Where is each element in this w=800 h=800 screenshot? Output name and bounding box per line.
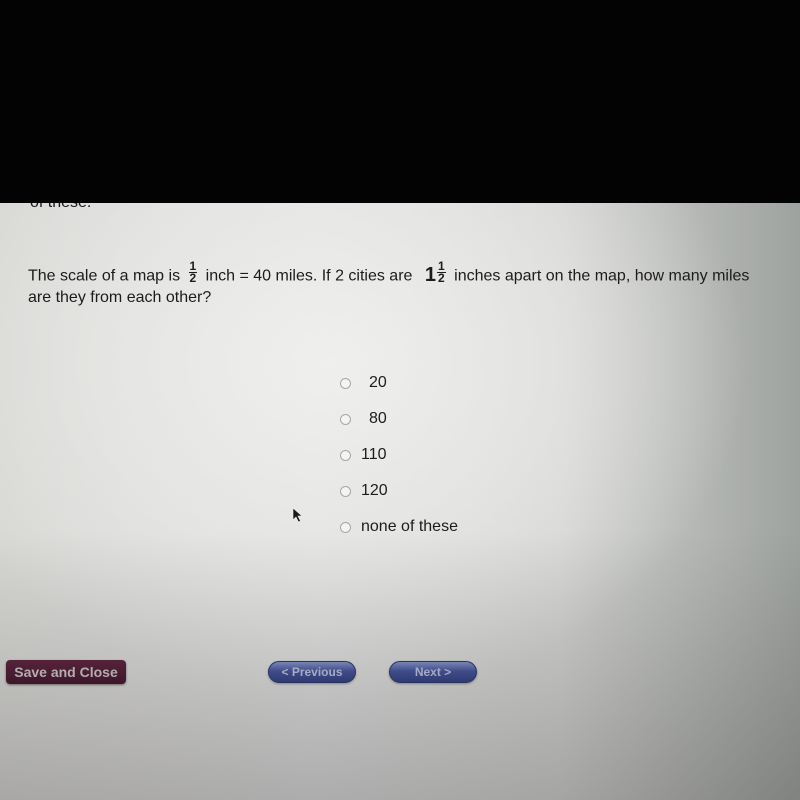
previous-button[interactable]: < Previous — [268, 661, 356, 683]
answer-option[interactable]: none of these — [338, 509, 458, 545]
answer-options: 20 80 110 120 none of these — [338, 365, 458, 545]
answer-option[interactable]: 20 — [338, 365, 458, 401]
option-label: 20 — [369, 374, 387, 391]
radio-button[interactable] — [340, 449, 351, 461]
question-text: The scale of a map is 1 2 inch = 40 mile… — [28, 260, 768, 307]
answer-option[interactable]: 120 — [338, 473, 458, 509]
partial-previous-text: of these. — [30, 203, 91, 212]
question-part-2: inch = 40 miles. If 2 cities are — [205, 267, 413, 285]
mouse-pointer-icon — [292, 507, 303, 523]
radio-button[interactable] — [340, 413, 351, 425]
fraction-one-half: 1 2 — [188, 260, 198, 285]
save-and-close-button[interactable]: Save and Close — [6, 660, 126, 684]
radio-button[interactable] — [340, 521, 351, 533]
radio-button[interactable] — [340, 485, 351, 497]
option-label: 110 — [361, 446, 387, 463]
option-label: 80 — [369, 410, 387, 427]
dark-bezel-area — [0, 0, 800, 203]
answer-option[interactable]: 80 — [338, 401, 458, 437]
mixed-number-whole: 1 — [424, 263, 437, 286]
answer-option[interactable]: 110 — [338, 437, 458, 473]
option-label: 120 — [361, 482, 388, 499]
fraction-denominator: 2 — [438, 271, 445, 285]
fraction-denominator: 2 — [189, 271, 197, 285]
option-label: none of these — [361, 518, 458, 535]
radio-button[interactable] — [340, 377, 351, 389]
quiz-screen: of these. The scale of a map is 1 2 inch… — [0, 203, 800, 800]
mixed-number-fraction: 1 2 — [437, 260, 446, 285]
next-button[interactable]: Next > — [389, 661, 477, 683]
question-part-1: The scale of a map is — [28, 267, 181, 285]
